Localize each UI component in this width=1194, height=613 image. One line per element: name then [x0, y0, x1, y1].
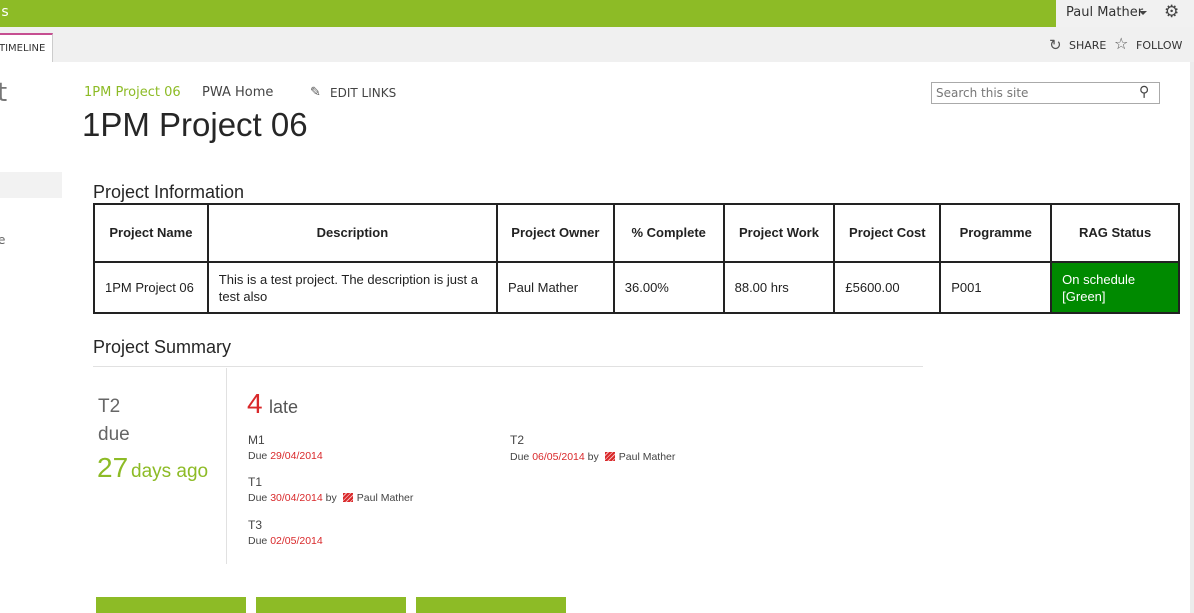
brand-label[interactable]: ıs	[0, 4, 9, 20]
pencil-icon[interactable]: ✎	[310, 85, 321, 100]
due-prefix: Due	[248, 450, 268, 462]
project-name-cell: 1PM Project 06	[93, 261, 209, 314]
search-input[interactable]	[936, 85, 1132, 101]
page-title: 1PM Project 06	[82, 106, 308, 143]
tile-1[interactable]	[96, 597, 246, 613]
due-prefix: Due	[510, 451, 530, 463]
summary-divider	[93, 366, 923, 367]
share-icon[interactable]: ↻	[1049, 36, 1062, 54]
by-label: by	[587, 451, 599, 463]
task-due-line: Due 30/04/2014 by Paul Mather	[248, 492, 413, 504]
tile-3[interactable]	[416, 597, 566, 613]
column-header: RAG Status	[1050, 203, 1180, 263]
summary-vertical-divider	[226, 368, 227, 564]
ribbon: TIMELINE ↻ SHARE ☆ FOLLOW	[0, 27, 1194, 62]
tab-timeline-label: TIMELINE	[0, 43, 46, 54]
due-prefix: Due	[248, 492, 268, 504]
user-menu[interactable]: Paul Mather ⚙	[1056, 0, 1194, 27]
follow-button[interactable]: FOLLOW	[1136, 39, 1182, 52]
column-header: Project Name	[93, 203, 209, 263]
due-date: 06/05/2014	[532, 451, 585, 463]
column-header: Description	[206, 203, 498, 263]
star-icon[interactable]: ☆	[1114, 34, 1128, 53]
breadcrumb-pwa-home[interactable]: PWA Home	[202, 85, 273, 100]
resource-icon	[342, 493, 353, 502]
search-icon[interactable]: ⚲	[1139, 84, 1149, 100]
tab-timeline[interactable]: TIMELINE	[0, 33, 53, 62]
late-label[interactable]: late	[269, 397, 298, 418]
due-date: 30/04/2014	[270, 492, 323, 504]
task-due-line: Due 29/04/2014	[248, 450, 323, 462]
task-name-link[interactable]: T3	[248, 518, 262, 532]
edit-links-button[interactable]: EDIT LINKS	[330, 86, 396, 100]
percent-complete-cell: 36.00%	[612, 261, 725, 314]
user-name[interactable]: Paul Mather	[1066, 5, 1143, 20]
nav-item-fragment[interactable]: e	[0, 233, 5, 247]
by-label: by	[325, 492, 337, 504]
next-due-task[interactable]: T2	[98, 396, 120, 418]
assignee-link[interactable]: Paul Mather	[619, 451, 676, 463]
task-name-link[interactable]: M1	[248, 433, 265, 447]
next-due-unit: days ago	[131, 461, 209, 482]
task-due-line: Due 06/05/2014 by Paul Mather	[510, 451, 675, 463]
task-due-line: Due 02/05/2014	[248, 535, 323, 547]
project-summary-heading: Project Summary	[93, 337, 232, 357]
project-information-table: Project Name Description Project Owner %…	[93, 203, 1180, 314]
due-date: 02/05/2014	[270, 535, 323, 547]
share-button[interactable]: SHARE	[1069, 39, 1106, 52]
next-due-days: 27	[97, 452, 129, 483]
owner-cell: Paul Mather	[495, 261, 615, 314]
column-header: Project Owner	[495, 203, 615, 263]
column-header: Programme	[939, 203, 1053, 263]
rag-status-cell: On schedule [Green]	[1050, 261, 1180, 314]
column-header: % Complete	[612, 203, 725, 263]
late-count[interactable]: 4	[247, 388, 263, 420]
programme-cell: P001	[939, 261, 1053, 314]
tile-2[interactable]	[256, 597, 406, 613]
assignee-link[interactable]: Paul Mather	[357, 492, 414, 504]
project-information-heading: Project Information	[93, 182, 245, 202]
next-due-label: due	[98, 424, 130, 445]
site-title-fragment[interactable]: t	[0, 78, 7, 108]
table-header-row: Project Name Description Project Owner %…	[93, 203, 1180, 263]
task-name-link[interactable]: T2	[510, 433, 524, 447]
task-name-link[interactable]: T1	[248, 475, 262, 489]
search-box[interactable]: ⚲	[931, 82, 1160, 104]
table-row: 1PM Project 06 This is a test project. T…	[93, 261, 1180, 314]
nav-item-selected[interactable]	[0, 172, 62, 198]
gear-icon[interactable]: ⚙	[1164, 2, 1179, 22]
project-work-cell: 88.00 hrs	[722, 261, 836, 314]
column-header: Project Cost	[833, 203, 942, 263]
due-prefix: Due	[248, 535, 268, 547]
column-header: Project Work	[722, 203, 836, 263]
scrollbar-track[interactable]	[1190, 62, 1194, 613]
description-cell: This is a test project. The description …	[206, 261, 498, 314]
chevron-down-icon[interactable]	[1139, 11, 1147, 15]
breadcrumb-current[interactable]: 1PM Project 06	[84, 85, 181, 100]
project-cost-cell: £5600.00	[833, 261, 942, 314]
suite-bar: ıs	[0, 0, 1194, 27]
resource-icon	[604, 452, 615, 461]
due-date: 29/04/2014	[270, 450, 323, 462]
